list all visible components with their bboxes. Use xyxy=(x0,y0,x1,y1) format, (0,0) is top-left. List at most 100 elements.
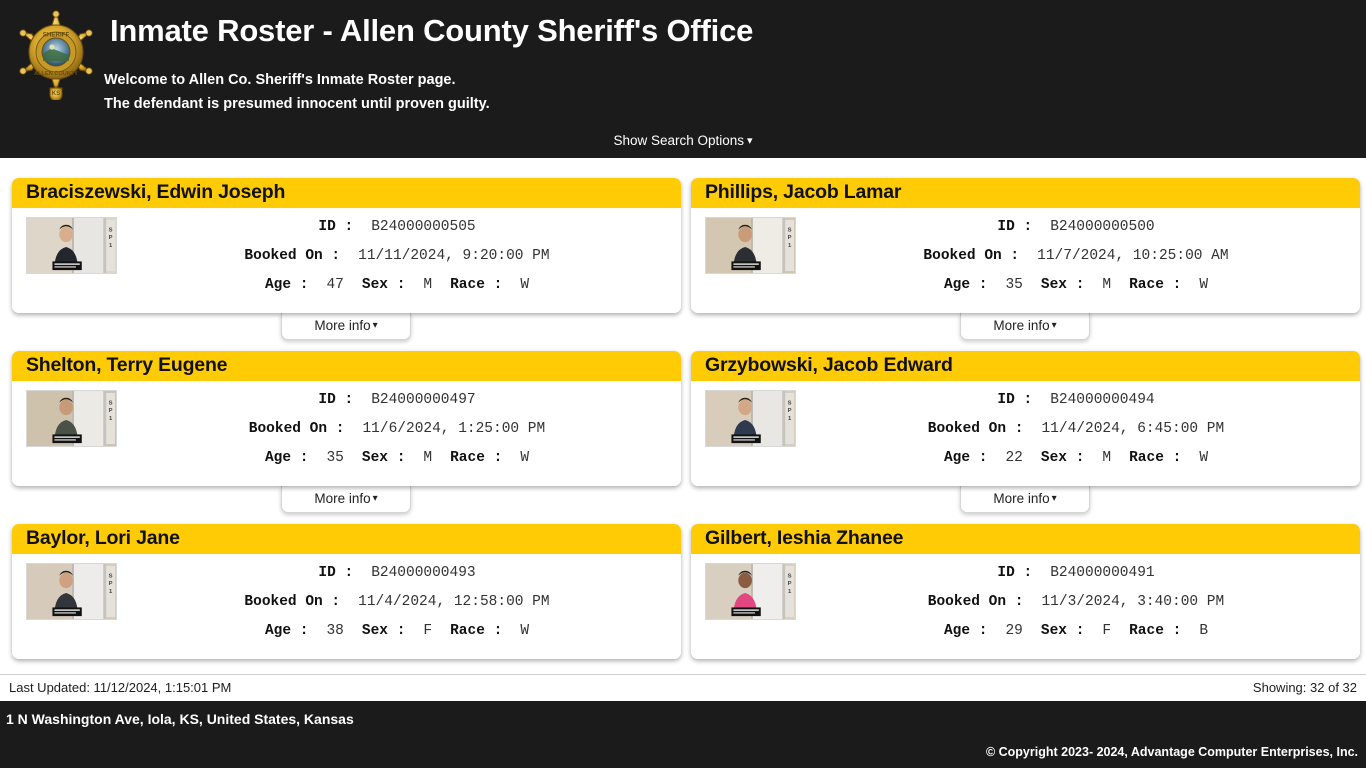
inmate-fields: ID : B24000000491 Booked On : 11/3/2024, 3:… xyxy=(796,559,1356,646)
svg-text:S: S xyxy=(109,401,113,407)
sex-label: Sex : xyxy=(1040,277,1085,293)
inmate-name: Baylor, Lori Jane xyxy=(12,524,681,554)
inmate-card-body: S P 1 ID : B24000000497 Booked On : 11/6/2024,… xyxy=(12,381,681,486)
field-row-id: ID : B24000000493 xyxy=(117,559,677,588)
svg-text:S: S xyxy=(788,401,792,407)
booked-on-value: 11/6/2024, 1:25:00 PM xyxy=(362,421,546,437)
field-row-booked-on: Booked On : 11/4/2024, 6:45:00 PM xyxy=(796,415,1356,444)
inmate-card[interactable]: Baylor, Lori Jane S P 1 ID : B24000000493 Book… xyxy=(12,524,681,659)
id-label: ID : xyxy=(318,219,354,235)
field-row-booked-on: Booked On : 11/11/2024, 9:20:00 PM xyxy=(117,242,677,271)
show-search-options-toggle[interactable]: Show Search Options ▾ xyxy=(0,133,1366,148)
booked-on-label: Booked On : xyxy=(244,594,341,610)
field-row-demographics: Age : 35 Sex : M Race : W xyxy=(796,271,1356,300)
svg-text:S: S xyxy=(109,228,113,234)
race-value: W xyxy=(1199,450,1209,466)
sex-label: Sex : xyxy=(1040,450,1085,466)
field-row-demographics: Age : 47 Sex : M Race : W xyxy=(117,271,677,300)
race-label: Race : xyxy=(1129,623,1182,639)
chevron-down-icon: ▾ xyxy=(1051,320,1057,331)
field-row-demographics: Age : 38 Sex : F Race : W xyxy=(117,617,677,646)
inmate-name: Gilbert, Ieshia Zhanee xyxy=(691,524,1360,554)
sex-label: Sex : xyxy=(1040,623,1085,639)
inmate-card[interactable]: Shelton, Terry Eugene S P 1 ID : B24000000497… xyxy=(12,351,681,486)
more-info-button[interactable]: More info ▾ xyxy=(960,313,1090,340)
booked-on-value: 11/7/2024, 10:25:00 AM xyxy=(1037,248,1229,264)
more-info-label: More info xyxy=(314,318,371,333)
race-label: Race : xyxy=(450,450,503,466)
race-label: Race : xyxy=(450,277,503,293)
more-info-button[interactable]: More info ▾ xyxy=(960,486,1090,513)
footer-address: 1 N Washington Ave, Iola, KS, United Sta… xyxy=(6,711,354,727)
age-value: 22 xyxy=(1005,450,1023,466)
inmate-card-inner: Braciszewski, Edwin Joseph S P 1 ID : B240000… xyxy=(12,178,681,313)
svg-text:ALLEN COUNTY: ALLEN COUNTY xyxy=(34,71,78,77)
inmate-card[interactable]: Gilbert, Ieshia Zhanee S P 1 ID : B2400000049… xyxy=(691,524,1360,659)
inmate-name: Shelton, Terry Eugene xyxy=(12,351,681,381)
age-label: Age : xyxy=(943,623,988,639)
age-value: 35 xyxy=(1005,277,1023,293)
last-updated-text: Last Updated: 11/12/2024, 1:15:01 PM xyxy=(9,680,232,695)
mugshot-photo[interactable]: SP1 xyxy=(26,390,117,447)
booked-on-label: Booked On : xyxy=(927,594,1024,610)
mugshot-photo[interactable]: SP1 xyxy=(705,563,796,620)
more-info-button[interactable]: More info ▾ xyxy=(281,313,411,340)
booked-on-value: 11/4/2024, 12:58:00 PM xyxy=(358,594,550,610)
show-search-options-label: Show Search Options xyxy=(613,133,745,148)
booked-on-label: Booked On : xyxy=(244,248,341,264)
welcome-line-2: The defendant is presumed innocent until… xyxy=(104,96,490,112)
more-info-button[interactable]: More info ▾ xyxy=(281,486,411,513)
chevron-down-icon: ▾ xyxy=(372,493,378,504)
svg-text:P: P xyxy=(109,581,113,587)
age-label: Age : xyxy=(943,277,988,293)
svg-text:P: P xyxy=(109,235,113,241)
id-value: B24000000505 xyxy=(371,219,476,235)
sex-value: M xyxy=(423,450,433,466)
inmate-card[interactable]: Phillips, Jacob Lamar S P 1 ID : B24000000500… xyxy=(691,178,1360,313)
race-value: W xyxy=(520,277,530,293)
sex-label: Sex : xyxy=(361,277,406,293)
field-row-id: ID : B24000000500 xyxy=(796,213,1356,242)
inmate-card-body: S P 1 ID : B24000000494 Booked On : 11/4/2024,… xyxy=(691,381,1360,486)
inmate-card[interactable]: Braciszewski, Edwin Joseph S P 1 ID : B240000… xyxy=(12,178,681,313)
more-info-label: More info xyxy=(993,491,1050,506)
mugshot-photo[interactable]: SP1 xyxy=(705,390,796,447)
field-row-id: ID : B24000000494 xyxy=(796,386,1356,415)
mugshot-photo[interactable]: SP1 xyxy=(26,563,117,620)
inmate-fields: ID : B24000000493 Booked On : 11/4/2024, 12… xyxy=(117,559,677,646)
booked-on-label: Booked On : xyxy=(927,421,1024,437)
inmate-card-inner: Phillips, Jacob Lamar S P 1 ID : B24000000500… xyxy=(691,178,1360,313)
race-value: W xyxy=(520,450,530,466)
chevron-down-icon: ▾ xyxy=(372,320,378,331)
inmate-card-inner: Shelton, Terry Eugene S P 1 ID : B24000000497… xyxy=(12,351,681,486)
inmate-name: Grzybowski, Jacob Edward xyxy=(691,351,1360,381)
inmate-name: Phillips, Jacob Lamar xyxy=(691,178,1360,208)
mugshot-photo[interactable]: SP1 xyxy=(26,217,117,274)
inmate-card[interactable]: Grzybowski, Jacob Edward S P 1 ID : B24000000… xyxy=(691,351,1360,486)
field-row-demographics: Age : 22 Sex : M Race : W xyxy=(796,444,1356,473)
field-row-demographics: Age : 35 Sex : M Race : W xyxy=(117,444,677,473)
mugshot-photo[interactable]: SP1 xyxy=(705,217,796,274)
booked-on-value: 11/3/2024, 3:40:00 PM xyxy=(1041,594,1225,610)
inmate-card-body: S P 1 ID : B24000000493 Booked On : 11/4/2024,… xyxy=(12,554,681,659)
svg-text:P: P xyxy=(109,408,113,414)
